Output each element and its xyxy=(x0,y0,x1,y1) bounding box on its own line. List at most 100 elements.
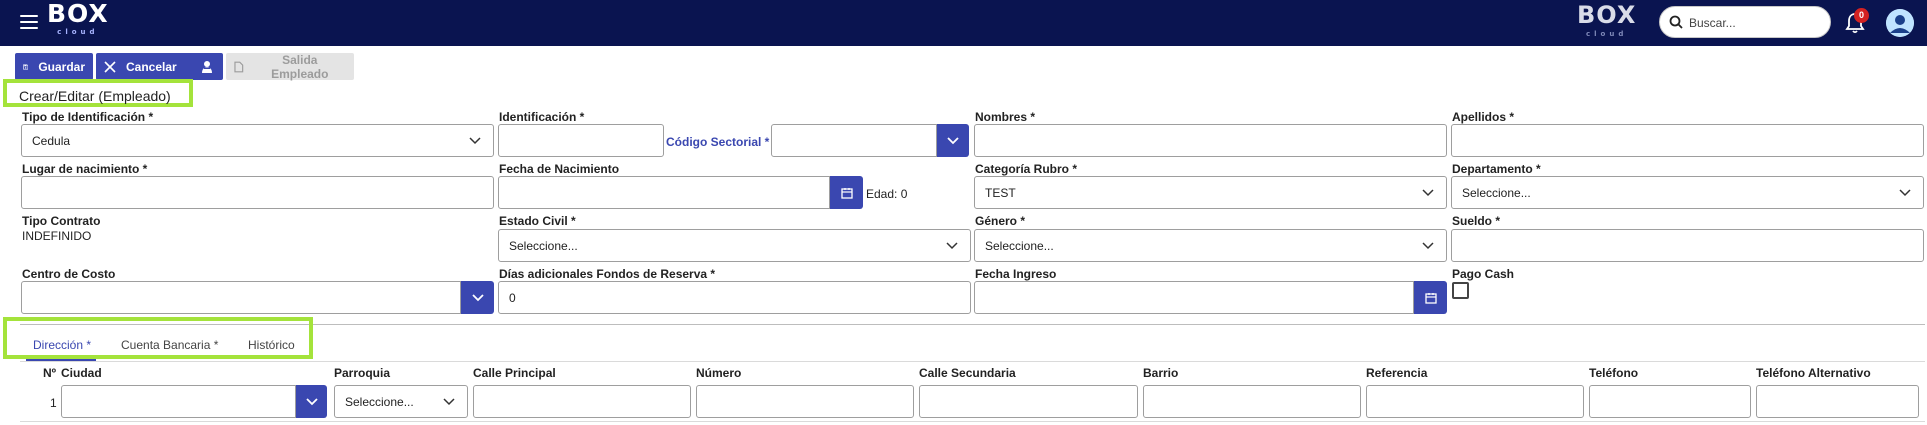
column-header: Referencia xyxy=(1366,366,1428,380)
identificacion-label: Identificación * xyxy=(499,110,585,124)
apellidos-input[interactable] xyxy=(1451,124,1924,157)
codigo-sectorial-dropdown-button[interactable] xyxy=(937,124,969,157)
top-app-bar: BOX cloud BOX cloud 0 xyxy=(0,0,1927,46)
app-logo[interactable]: BOX cloud xyxy=(47,1,109,36)
user-icon xyxy=(1886,9,1914,37)
tipo-identificacion-label: Tipo de Identificación * xyxy=(22,110,154,124)
save-button[interactable]: Guardar xyxy=(15,53,93,80)
column-header: Nº xyxy=(43,366,57,380)
row-divider xyxy=(20,421,1925,422)
nombres-input[interactable] xyxy=(974,124,1447,157)
chevron-down-icon xyxy=(947,136,959,144)
tabs-baseline xyxy=(20,361,1925,362)
chevron-down-icon xyxy=(469,137,481,145)
notification-badge: 0 xyxy=(1854,8,1869,23)
sueldo-input[interactable] xyxy=(1451,229,1924,262)
person-icon xyxy=(201,60,212,73)
departamento-value: Seleccione... xyxy=(1462,186,1531,200)
genero-value: Seleccione... xyxy=(985,239,1054,253)
fecha-ingreso-calendar-button[interactable] xyxy=(1414,281,1447,314)
tipo-identificacion-select[interactable]: Cedula xyxy=(21,124,494,157)
column-header: Barrio xyxy=(1143,366,1179,380)
cancel-button[interactable]: Cancelar xyxy=(96,53,198,80)
departamento-label: Departamento * xyxy=(1452,162,1541,176)
calendar-icon xyxy=(1424,292,1437,304)
numero-input[interactable] xyxy=(696,385,914,418)
column-header: Número xyxy=(696,366,742,380)
categoria-rubro-label: Categoría Rubro * xyxy=(975,162,1078,176)
search-icon xyxy=(1669,15,1683,29)
fecha-ingreso-label: Fecha Ingreso xyxy=(975,267,1057,281)
tab-direccion[interactable]: Dirección * xyxy=(33,338,91,352)
tipo-contrato-label: Tipo Contrato xyxy=(22,214,101,228)
calle-principal-input[interactable] xyxy=(473,385,691,418)
ciudad-select[interactable] xyxy=(61,385,296,418)
page-title-box: Crear/Editar (Empleado) xyxy=(3,79,193,107)
centro-costo-select[interactable] xyxy=(21,281,461,314)
centro-costo-dropdown-button[interactable] xyxy=(461,281,494,314)
user-avatar[interactable] xyxy=(1886,9,1914,37)
codigo-sectorial-select[interactable] xyxy=(771,124,937,157)
save-label: Guardar xyxy=(38,59,85,74)
tipo-contrato-value: INDEFINIDO xyxy=(22,229,92,243)
estado-civil-select[interactable]: Seleccione... xyxy=(498,229,971,262)
genero-select[interactable]: Seleccione... xyxy=(974,229,1447,262)
exit-employee-button[interactable]: Salida Empleado xyxy=(226,52,354,81)
fecha-nacimiento-input[interactable] xyxy=(498,176,830,209)
person-button[interactable] xyxy=(190,53,223,80)
chevron-down-icon xyxy=(305,397,318,405)
calle-secundaria-input[interactable] xyxy=(919,385,1138,418)
telefono-input[interactable] xyxy=(1589,385,1751,418)
codigo-sectorial-label[interactable]: Código Sectorial * xyxy=(666,135,769,149)
estado-civil-label: Estado Civil * xyxy=(499,214,576,228)
edad-text: Edad: 0 xyxy=(866,187,908,201)
search-input[interactable] xyxy=(1689,13,1824,33)
tab-historico[interactable]: Histórico xyxy=(248,338,295,352)
column-header: Calle Secundaria xyxy=(919,366,1016,380)
dias-fondos-reserva-label: Días adicionales Fondos de Reserva * xyxy=(499,267,716,281)
column-header: Teléfono Alternativo xyxy=(1756,366,1871,380)
column-header: Ciudad xyxy=(61,366,102,380)
estado-civil-value: Seleccione... xyxy=(509,239,578,253)
chevron-down-icon xyxy=(946,242,958,250)
lugar-nacimiento-label: Lugar de nacimiento * xyxy=(22,162,148,176)
fecha-nacimiento-label: Fecha de Nacimiento xyxy=(499,162,620,176)
referencia-input[interactable] xyxy=(1366,385,1584,418)
telefono-alternativo-input[interactable] xyxy=(1756,385,1919,418)
save-icon xyxy=(23,63,29,70)
close-icon xyxy=(104,60,116,73)
chevron-down-icon xyxy=(1899,189,1911,197)
sueldo-label: Sueldo * xyxy=(1452,214,1501,228)
fecha-ingreso-input[interactable] xyxy=(974,281,1414,314)
tipo-identificacion-value: Cedula xyxy=(32,134,71,148)
column-header: Parroquia xyxy=(334,366,391,380)
dias-fondos-reserva-input[interactable]: 0 xyxy=(498,281,971,314)
departamento-select[interactable]: Seleccione... xyxy=(1451,176,1924,209)
pago-cash-label: Pago Cash xyxy=(1452,267,1515,281)
centro-costo-label: Centro de Costo xyxy=(22,267,116,281)
column-header: Teléfono xyxy=(1589,366,1639,380)
parroquia-value: Seleccione... xyxy=(345,395,414,409)
chevron-down-icon xyxy=(443,398,455,406)
chevron-down-icon xyxy=(471,293,484,301)
tab-cuenta-bancaria[interactable]: Cuenta Bancaria * xyxy=(121,338,218,352)
nombres-label: Nombres * xyxy=(975,110,1036,124)
barrio-input[interactable] xyxy=(1143,385,1361,418)
dias-fondos-reserva-value: 0 xyxy=(509,291,516,305)
menu-icon[interactable] xyxy=(20,15,38,29)
chevron-down-icon xyxy=(1422,189,1434,197)
exit-label: Salida Empleado xyxy=(271,52,329,81)
document-icon xyxy=(234,61,244,72)
identificacion-input[interactable] xyxy=(498,124,664,157)
search-box[interactable] xyxy=(1659,6,1831,38)
pago-cash-checkbox[interactable] xyxy=(1452,282,1469,299)
lugar-nacimiento-input[interactable] xyxy=(21,176,494,209)
apellidos-label: Apellidos * xyxy=(1452,110,1515,124)
fecha-nacimiento-calendar-button[interactable] xyxy=(830,176,863,209)
column-header: Calle Principal xyxy=(473,366,556,380)
categoria-rubro-select[interactable]: TEST xyxy=(974,176,1447,209)
parroquia-select[interactable]: Seleccione... xyxy=(334,385,468,418)
row-number: 1 xyxy=(50,396,57,410)
ciudad-dropdown-button[interactable] xyxy=(296,385,327,418)
calendar-icon xyxy=(840,187,853,199)
